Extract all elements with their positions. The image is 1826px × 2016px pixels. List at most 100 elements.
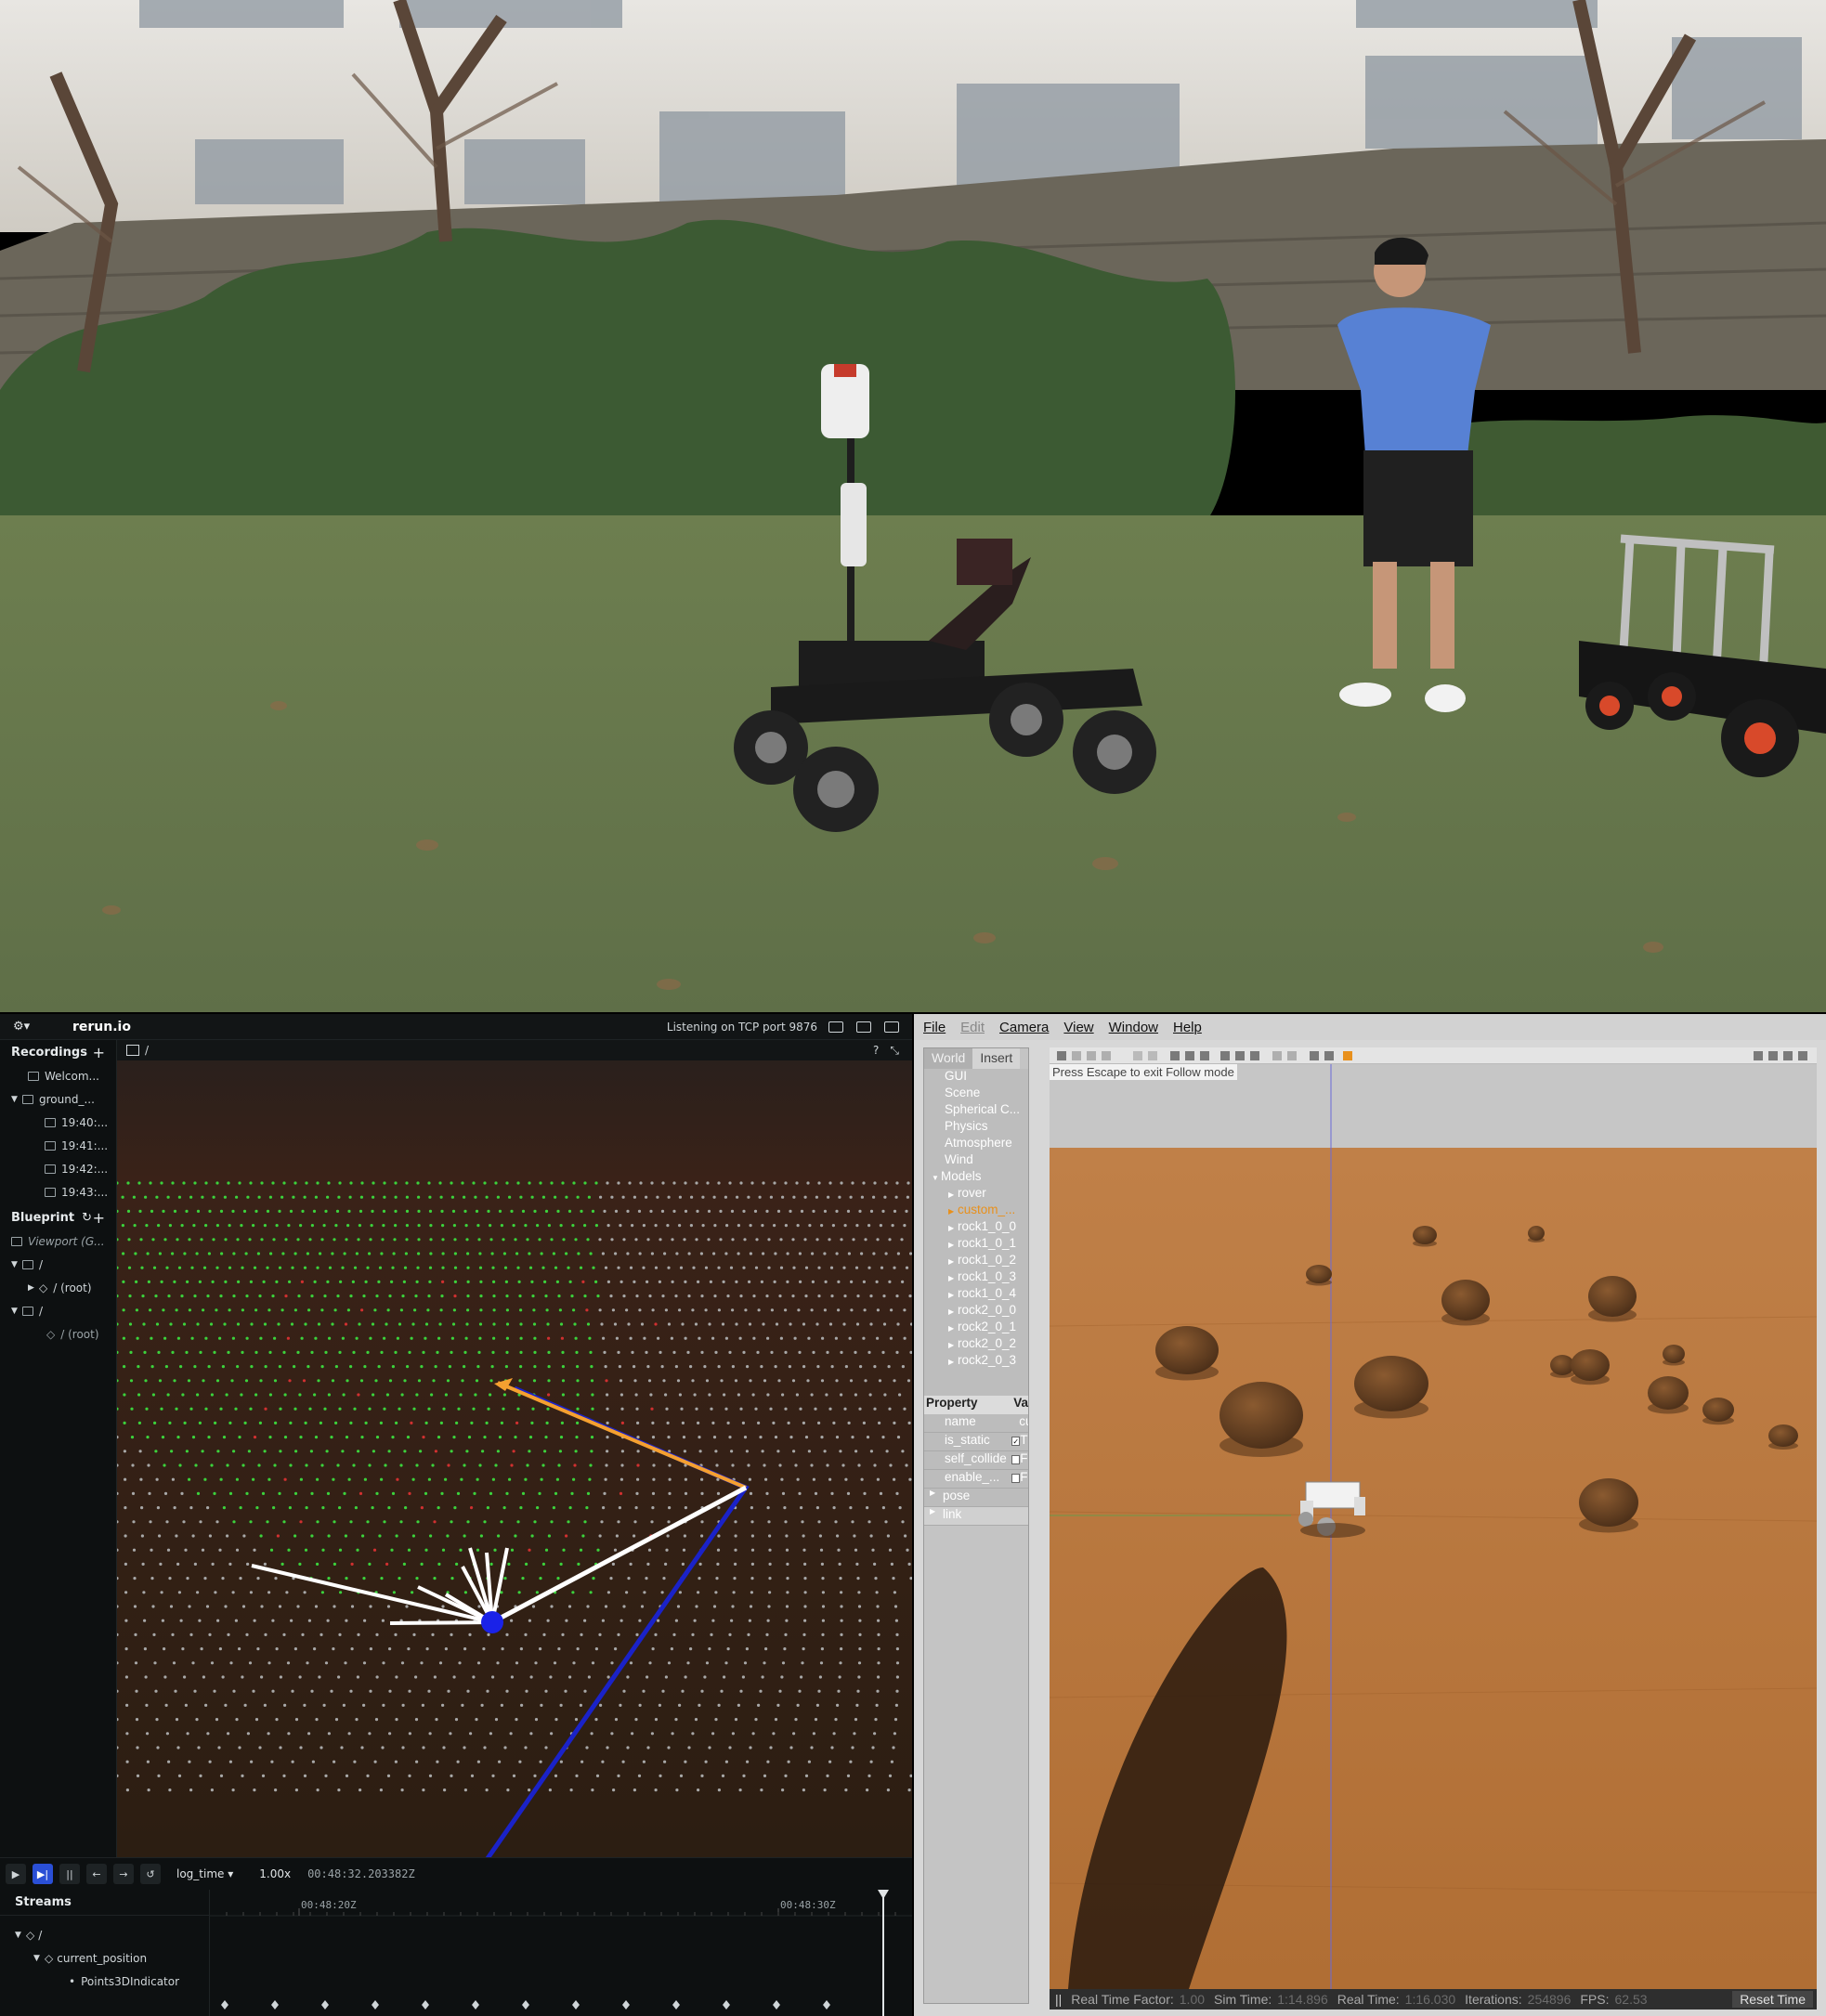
follow-icon[interactable]: ▶| bbox=[33, 1864, 53, 1884]
chevron-right-icon[interactable]: ▶ bbox=[948, 1257, 958, 1266]
chevron-right-icon[interactable]: ▶ bbox=[948, 1274, 958, 1282]
recording-item[interactable]: ▼ ground_... bbox=[0, 1087, 116, 1111]
chevron-down-icon[interactable]: ▼ bbox=[11, 1095, 22, 1104]
world-tree-item[interactable]: ▶ rock1_0_3 bbox=[924, 1269, 1028, 1286]
property-row[interactable]: name cu bbox=[924, 1414, 1028, 1433]
chevron-right-icon[interactable]: ▶ bbox=[948, 1291, 958, 1299]
rerun-menu-icon[interactable]: ⚙▾ bbox=[13, 1020, 35, 1034]
step-forward-icon[interactable]: → bbox=[113, 1864, 134, 1884]
property-row[interactable]: ▶ link bbox=[924, 1507, 1028, 1526]
recording-item[interactable]: 19:43:... bbox=[0, 1180, 116, 1203]
world-tree-item[interactable]: Wind bbox=[924, 1152, 1028, 1169]
maximize-icon[interactable]: ⤡ bbox=[890, 1044, 899, 1058]
rerun-top-bar: ⚙▾ rerun.io Listening on TCP port 9876 bbox=[0, 1014, 912, 1040]
tab-world[interactable]: World bbox=[924, 1048, 973, 1069]
gazebo-3d-scene[interactable]: Press Escape to exit Follow mode bbox=[1050, 1047, 1817, 1989]
menu-edit[interactable]: Edit bbox=[960, 1020, 985, 1035]
chevron-right-icon[interactable]: ▶ bbox=[948, 1358, 958, 1366]
chevron-right-icon[interactable]: ▶ bbox=[930, 1507, 943, 1525]
world-tree-item[interactable]: Spherical C... bbox=[924, 1102, 1028, 1119]
blueprint-item[interactable]: ▼ / bbox=[0, 1299, 116, 1322]
stream-item[interactable]: ▼ ◇ / bbox=[0, 1923, 209, 1946]
reset-blueprint-icon[interactable]: ↻ bbox=[82, 1211, 92, 1225]
chevron-down-icon[interactable]: ▼ bbox=[932, 1174, 941, 1182]
help-icon[interactable]: ? bbox=[873, 1044, 879, 1057]
world-tree-item[interactable]: ▶ rock2_0_0 bbox=[924, 1303, 1028, 1320]
chevron-right-icon[interactable]: ▶ bbox=[948, 1341, 958, 1349]
chevron-right-icon[interactable]: ▶ bbox=[28, 1283, 39, 1293]
chevron-down-icon[interactable]: ▼ bbox=[33, 1954, 45, 1963]
add-recording-icon[interactable]: + bbox=[93, 1044, 105, 1061]
world-tree-item[interactable]: ▶ custom_... bbox=[924, 1203, 1028, 1219]
menu-camera[interactable]: Camera bbox=[999, 1020, 1049, 1035]
toggle-left-panel-icon[interactable] bbox=[828, 1021, 843, 1033]
world-tree-item[interactable]: ▶ rock2_0_3 bbox=[924, 1353, 1028, 1370]
recording-item[interactable]: 19:40:... bbox=[0, 1111, 116, 1134]
menu-window[interactable]: Window bbox=[1109, 1020, 1158, 1035]
property-row[interactable]: is_static ✓ T bbox=[924, 1433, 1028, 1451]
blueprint-item[interactable]: Viewport (G... bbox=[0, 1229, 116, 1253]
recording-item[interactable]: Welcom... bbox=[0, 1064, 116, 1087]
chevron-right-icon[interactable]: ▶ bbox=[948, 1307, 958, 1316]
chevron-down-icon[interactable]: ▼ bbox=[11, 1260, 22, 1269]
chevron-right-icon[interactable]: ▶ bbox=[948, 1241, 958, 1249]
toolbar-icons[interactable] bbox=[1050, 1047, 1817, 1064]
playback-speed[interactable]: 1.00x bbox=[259, 1867, 291, 1880]
chevron-right-icon[interactable]: ▶ bbox=[948, 1207, 958, 1216]
blueprint-item[interactable]: ◇ / (root) bbox=[0, 1322, 116, 1346]
blueprint-item[interactable]: ▶ ◇ / (root) bbox=[0, 1276, 116, 1299]
pause-icon[interactable]: || bbox=[59, 1864, 80, 1884]
checkbox-checked[interactable]: ✓ bbox=[1011, 1437, 1021, 1446]
world-tree-label: GUI bbox=[945, 1069, 968, 1083]
toggle-right-panel-icon[interactable] bbox=[884, 1021, 899, 1033]
world-tree-item[interactable]: Scene bbox=[924, 1086, 1028, 1102]
world-tree-item[interactable]: ▶ rock2_0_1 bbox=[924, 1320, 1028, 1336]
checkbox[interactable] bbox=[1011, 1455, 1021, 1464]
chevron-right-icon[interactable]: ▶ bbox=[948, 1324, 958, 1333]
world-tree-item[interactable]: Atmosphere bbox=[924, 1136, 1028, 1152]
chevron-right-icon[interactable]: ▶ bbox=[948, 1224, 958, 1232]
tab-insert[interactable]: Insert bbox=[972, 1048, 1021, 1069]
timeline-track[interactable]: 00:48:20Z 00:48:30Z bbox=[210, 1890, 912, 2016]
stream-item[interactable]: • Points3DIndicator bbox=[0, 1970, 209, 1993]
property-value[interactable]: cu bbox=[1019, 1414, 1028, 1432]
database-icon bbox=[45, 1164, 56, 1174]
world-tree-item[interactable]: Physics bbox=[924, 1119, 1028, 1136]
property-row[interactable]: ▶ pose bbox=[924, 1489, 1028, 1507]
recording-item[interactable]: 19:41:... bbox=[0, 1134, 116, 1157]
recording-item[interactable]: 19:42:... bbox=[0, 1157, 116, 1180]
rerun-3d-viewport[interactable]: / ? ⤡ bbox=[117, 1040, 912, 1857]
chevron-right-icon[interactable]: ▶ bbox=[948, 1190, 958, 1199]
blueprint-item[interactable]: ▼ / bbox=[0, 1253, 116, 1276]
menu-view[interactable]: View bbox=[1063, 1020, 1093, 1035]
step-back-icon[interactable]: ← bbox=[86, 1864, 107, 1884]
stream-item[interactable]: ▼ ◇ current_position bbox=[0, 1946, 209, 1970]
point-cloud-canvas[interactable] bbox=[117, 1060, 912, 1857]
toggle-bottom-panel-icon[interactable] bbox=[856, 1021, 871, 1033]
scene-render[interactable] bbox=[1050, 1047, 1817, 1989]
menu-help[interactable]: Help bbox=[1173, 1020, 1202, 1035]
menu-file[interactable]: File bbox=[923, 1020, 946, 1035]
world-tree-item[interactable]: ▶ rock1_0_2 bbox=[924, 1253, 1028, 1269]
chevron-right-icon[interactable]: ▶ bbox=[930, 1489, 943, 1506]
world-tree-item[interactable]: ▶ rover bbox=[924, 1186, 1028, 1203]
timeline-selector[interactable]: log_time ▾ bbox=[176, 1867, 233, 1880]
world-tree-item[interactable]: ▶ rock1_0_4 bbox=[924, 1286, 1028, 1303]
connection-status: Listening on TCP port 9876 bbox=[666, 1020, 817, 1034]
loop-icon[interactable]: ↺ bbox=[140, 1864, 161, 1884]
property-row[interactable]: self_collide F bbox=[924, 1451, 1028, 1470]
world-tree-item[interactable]: ▶ rock1_0_1 bbox=[924, 1236, 1028, 1253]
time-cursor-handle-icon[interactable] bbox=[878, 1890, 889, 1899]
chevron-down-icon[interactable]: ▼ bbox=[15, 1931, 26, 1940]
property-row[interactable]: enable_... F bbox=[924, 1470, 1028, 1489]
world-tree-item[interactable]: ▶ rock1_0_0 bbox=[924, 1219, 1028, 1236]
world-tree-item[interactable]: ▶ rock2_0_2 bbox=[924, 1336, 1028, 1353]
chevron-down-icon[interactable]: ▼ bbox=[11, 1307, 22, 1316]
play-icon[interactable]: ▶ bbox=[6, 1864, 26, 1884]
pause-icon[interactable]: || bbox=[1055, 1992, 1062, 2007]
reset-time-button[interactable]: Reset Time bbox=[1732, 1991, 1813, 2008]
checkbox[interactable] bbox=[1011, 1474, 1021, 1483]
add-view-icon[interactable]: + bbox=[93, 1209, 105, 1227]
world-tree-item[interactable]: GUI bbox=[924, 1069, 1028, 1086]
world-tree-item[interactable]: ▼ Models bbox=[924, 1169, 1028, 1186]
